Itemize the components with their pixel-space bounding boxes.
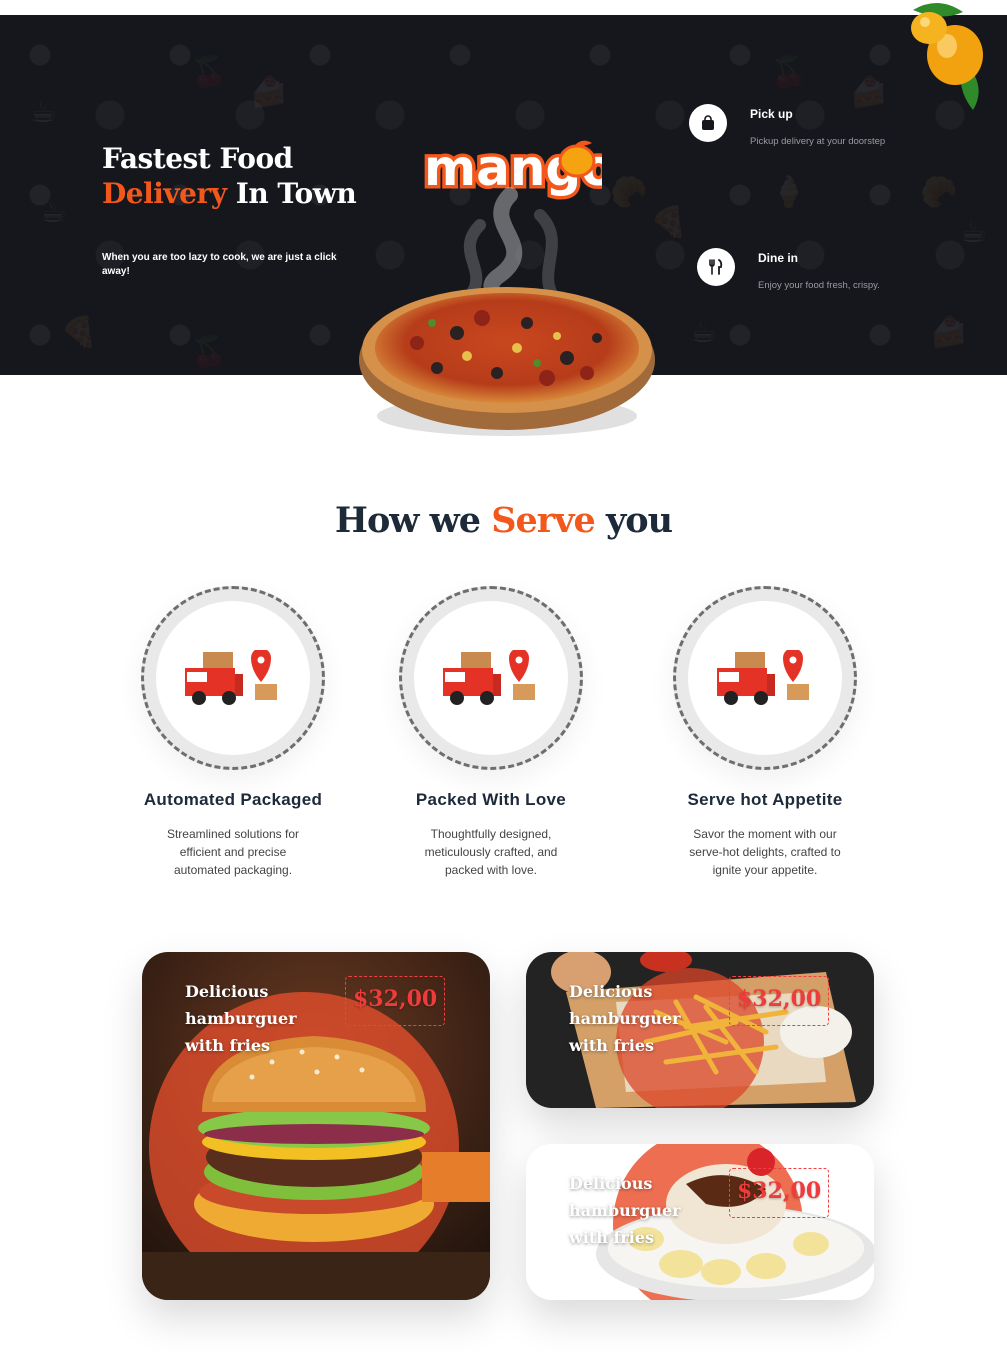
doodle-cup-icon: ☕ [30, 95, 57, 130]
service-icon-circle [156, 601, 310, 755]
mango-fruit-image [911, 2, 983, 110]
food-card-dessert[interactable]: Delicious hamburguer with fries $32,00 [526, 1144, 874, 1300]
service-title: Packed With Love [415, 790, 567, 809]
pizza-image [357, 278, 657, 438]
serve-title-pre: How we [334, 500, 492, 541]
doodle-pizza-icon: 🍕 [650, 205, 688, 240]
feature-pickup-description: Pickup delivery at your doorstep [750, 136, 886, 147]
card-price: $32,00 [729, 976, 829, 1026]
shopping-bag-icon [702, 115, 714, 130]
delivery-truck-icon [443, 650, 535, 705]
hero-subtitle: When you are too lazy to cook, we are ju… [102, 252, 337, 277]
doodle-cherry-icon: 🍒 [190, 55, 228, 90]
service-description: Streamlined solutions for efficient and … [166, 827, 300, 877]
feature-pickup-title: Pick up [750, 107, 793, 121]
doodle-cake-icon: 🍰 [250, 75, 288, 110]
serve-title-post: you [594, 500, 673, 541]
hero-title-line1: Fastest Food [102, 142, 293, 175]
card-price: $32,00 [345, 976, 445, 1026]
doodle-croissant-icon: 🥐 [920, 175, 958, 210]
doodle-cup-icon: ☕ [960, 215, 987, 250]
feature-dinein-badge [697, 248, 735, 286]
hero-title-rest: In Town [226, 177, 357, 210]
doodle-cake-icon: 🍰 [930, 315, 968, 350]
doodle-icecream-icon: 🍦 [770, 175, 808, 210]
card-title: Delicious hamburguer with fries [569, 1174, 681, 1247]
card-price: $32,00 [729, 1168, 829, 1218]
service-icon-circle [414, 601, 568, 755]
serve-title-accent: Serve [491, 500, 596, 541]
feature-pickup-badge [689, 104, 727, 142]
doodle-pizza-icon: 🍕 [60, 315, 98, 350]
doodle-cherry-icon: 🍒 [190, 335, 228, 370]
service-icon-circle [688, 601, 842, 755]
service-description: Savor the moment with our serve-hot deli… [689, 827, 841, 877]
service-icon-ring [673, 586, 857, 770]
fork-knife-icon [709, 259, 723, 275]
card-title: Delicious hamburguer with fries [185, 982, 297, 1055]
service-icon-ring [141, 586, 325, 770]
logo-mango-fruit [558, 144, 596, 178]
service-item: Serve hot Appetite Savor the moment with… [645, 586, 885, 879]
feature-dinein-description: Enjoy your food fresh, crispy. [758, 280, 880, 291]
delivery-truck-icon [185, 650, 277, 705]
doodle-cherry-icon: 🍒 [770, 55, 808, 90]
doodle-cup-icon: ☕ [40, 195, 67, 230]
food-card-fries[interactable]: Delicious hamburguer with fries $32,00 [526, 952, 874, 1108]
serve-section-title: How we Serve you [0, 500, 1007, 541]
service-title: Automated Packaged [143, 790, 323, 809]
doodle-cake-icon: 🍰 [850, 75, 888, 110]
card-title: Delicious hamburguer with fries [569, 982, 681, 1055]
service-item: Automated Packaged Streamlined solutions… [113, 586, 353, 879]
delivery-truck-icon [717, 650, 809, 705]
service-title: Serve hot Appetite [687, 790, 843, 809]
hero-title: Fastest Food Delivery In Town [102, 141, 422, 211]
service-item: Packed With Love Thoughtfully designed, … [371, 586, 611, 879]
service-icon-ring [399, 586, 583, 770]
service-description: Thoughtfully designed, meticulously craf… [424, 827, 558, 877]
food-card-hamburger[interactable]: Delicious hamburguer with fries $32,00 [142, 952, 490, 1300]
pizza-graphic [359, 287, 655, 436]
feature-dinein-title: Dine in [758, 251, 799, 265]
hero-title-accent: Delivery [102, 177, 227, 210]
doodle-cup-icon: ☕ [690, 315, 717, 350]
